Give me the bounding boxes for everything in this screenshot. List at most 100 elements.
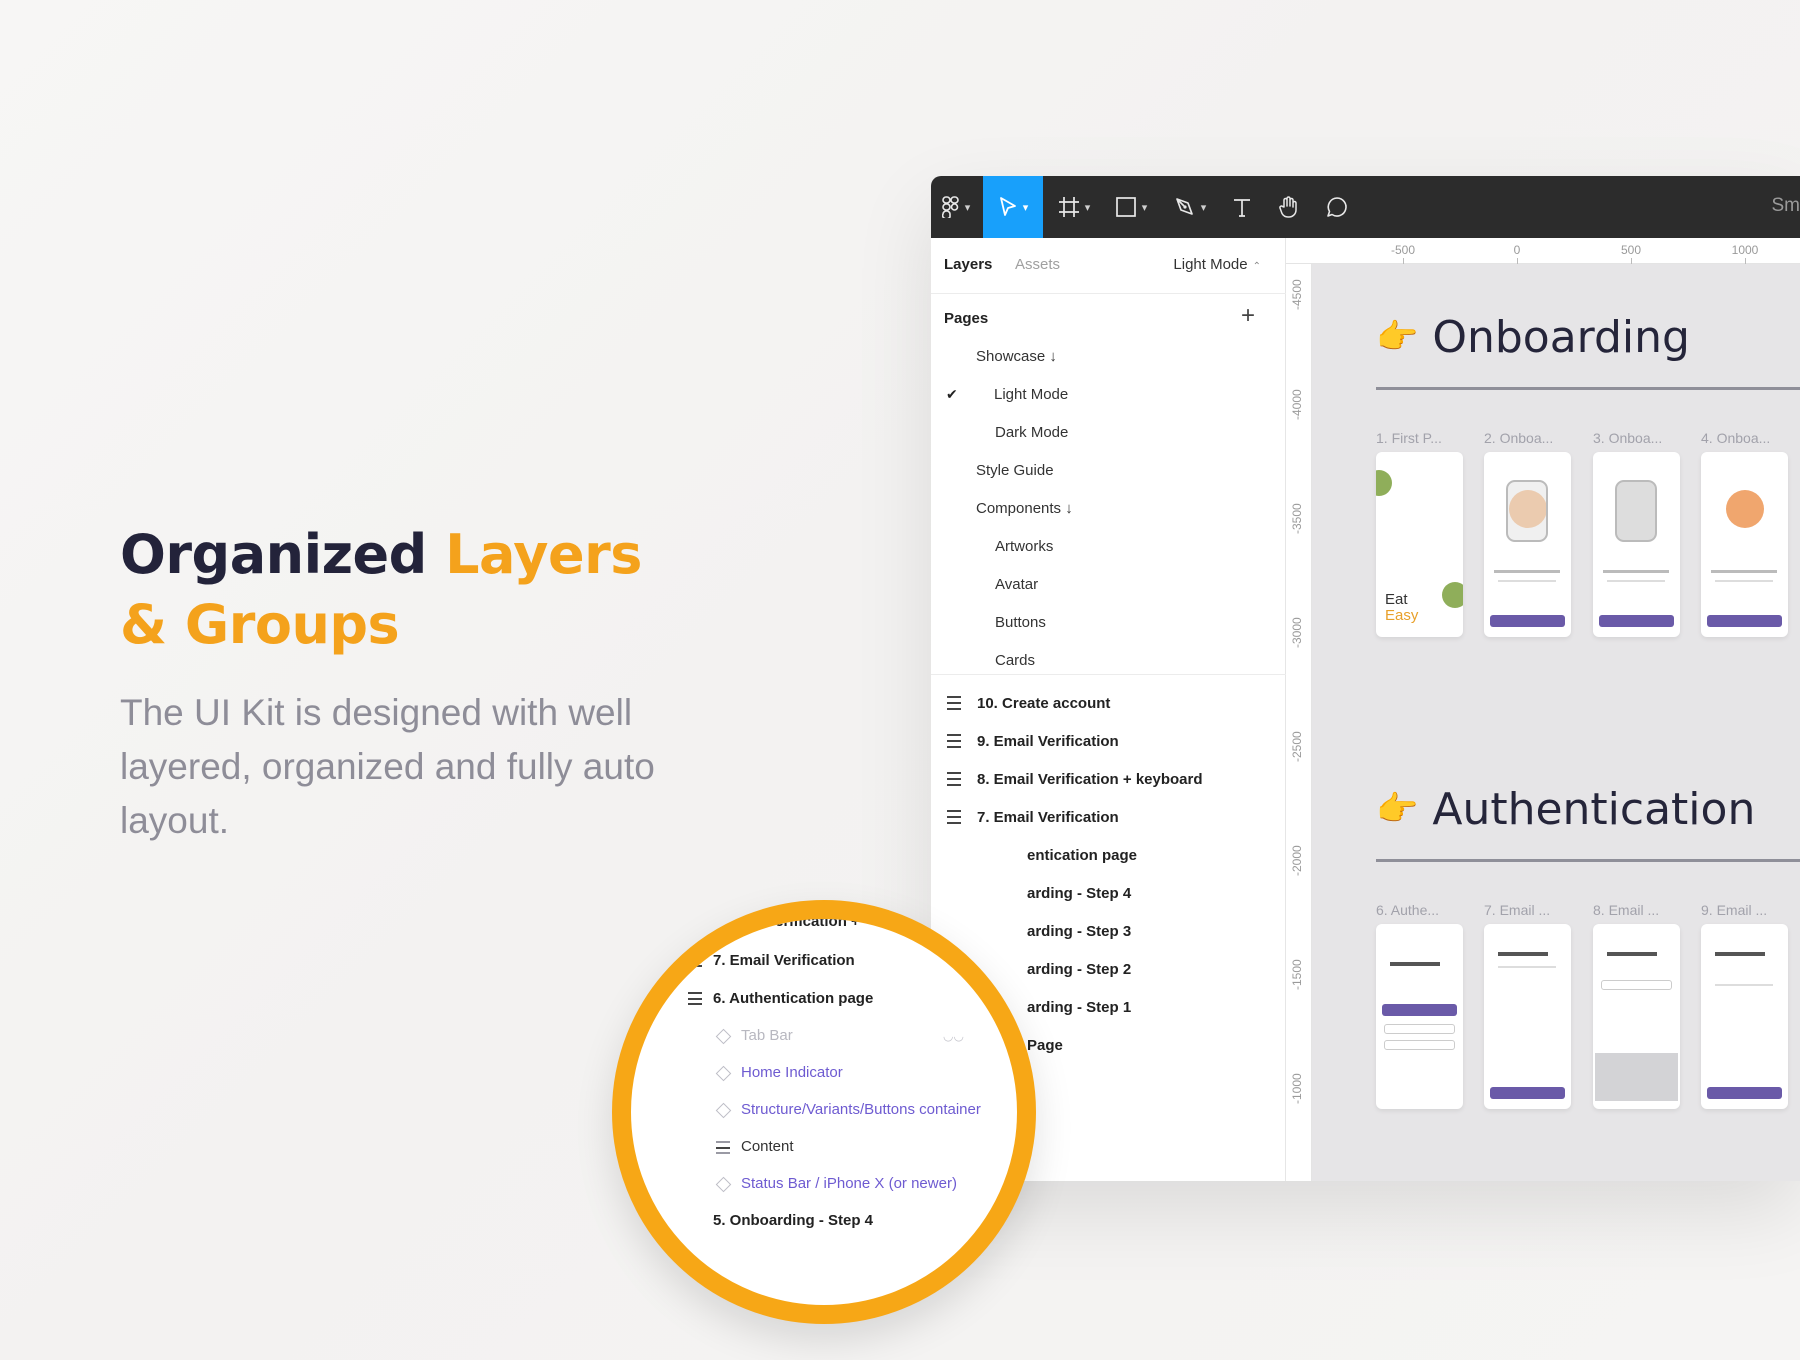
hero-description: The UI Kit is designed with well layered… bbox=[120, 692, 655, 841]
chevron-down-icon: ▾ bbox=[1084, 201, 1091, 214]
thumbnail-text-line: Eat bbox=[1385, 591, 1408, 608]
screen-thumbnail[interactable] bbox=[1701, 452, 1788, 637]
page-item[interactable]: Style Guide bbox=[976, 462, 1054, 479]
comment-tool-icon[interactable] bbox=[1315, 176, 1359, 238]
text-line bbox=[1494, 570, 1560, 573]
hand-tool-icon[interactable] bbox=[1267, 176, 1311, 238]
page-item[interactable]: Avatar bbox=[995, 576, 1038, 593]
screen-thumbnail[interactable] bbox=[1376, 924, 1463, 1109]
component-instance-icon bbox=[715, 1176, 732, 1193]
frame-label[interactable]: 6. Authe... bbox=[1376, 902, 1439, 918]
frame-label[interactable]: 1. First P... bbox=[1376, 430, 1442, 446]
tab-assets[interactable]: Assets bbox=[1015, 256, 1060, 273]
layer-row[interactable]: entication page bbox=[931, 840, 1286, 878]
canvas[interactable]: 👉 Onboarding 1. First P... 2. Onboa... 3.… bbox=[1312, 264, 1800, 1181]
thumbnail-button bbox=[1599, 615, 1674, 627]
shape-tool-icon[interactable]: ▾ bbox=[1106, 176, 1156, 238]
screen-thumbnail[interactable]: Eat Easy bbox=[1376, 452, 1463, 637]
text-line bbox=[1715, 952, 1765, 956]
text-line bbox=[1498, 952, 1548, 956]
move-tool-icon[interactable]: ▾ bbox=[983, 176, 1043, 238]
section-title-onboarding: 👉 Onboarding bbox=[1376, 312, 1690, 363]
phone-illustration bbox=[1615, 480, 1657, 542]
phone-illustration bbox=[1506, 480, 1548, 542]
text-tool-icon[interactable] bbox=[1222, 176, 1262, 238]
frame-label[interactable]: 3. Onboa... bbox=[1593, 430, 1662, 446]
layer-label[interactable]: Content bbox=[741, 1138, 794, 1155]
screen-thumbnail[interactable] bbox=[1593, 452, 1680, 637]
pointing-hand-icon: 👉 bbox=[1376, 317, 1419, 357]
ruler-tick-label: -4500 bbox=[1290, 279, 1304, 310]
layer-row[interactable]: 8. Email Verification + keyboard bbox=[931, 764, 1286, 802]
divider bbox=[931, 674, 1286, 675]
layer-label: arding - Step 1 bbox=[1027, 999, 1132, 1016]
frame-icon bbox=[947, 810, 961, 824]
layer-row[interactable]: 10. Create account bbox=[931, 688, 1286, 726]
frame-icon bbox=[688, 992, 702, 1005]
hero-title-part2: Layers bbox=[445, 523, 642, 586]
current-page-label: Light Mode bbox=[1173, 256, 1248, 273]
food-image bbox=[1376, 470, 1392, 496]
pages-heading: Pages bbox=[944, 310, 989, 327]
current-page-dropdown[interactable]: Light Mode ⌃ bbox=[1173, 256, 1261, 273]
hero: Organized Layers & Groups The UI Kit is … bbox=[120, 520, 740, 848]
frame-label[interactable]: 2. Onboa... bbox=[1484, 430, 1553, 446]
thumbnail-button bbox=[1707, 615, 1782, 627]
layer-label[interactable]: Home Indicator bbox=[741, 1064, 843, 1081]
toolbar-right-label[interactable]: Sm bbox=[1772, 195, 1800, 217]
ruler-tick-label: 1000 bbox=[1731, 243, 1759, 257]
layer-row[interactable]: arding - Step 4 bbox=[931, 878, 1286, 916]
keyboard bbox=[1595, 1053, 1678, 1101]
illustration bbox=[1726, 490, 1764, 528]
layer-label[interactable]: Structure/Variants/Buttons container bbox=[741, 1101, 981, 1118]
hero-title-part1: Organized bbox=[120, 523, 446, 586]
screen-thumbnail[interactable] bbox=[1701, 924, 1788, 1109]
tab-layers[interactable]: Layers bbox=[944, 256, 992, 273]
ruler-tick-label: -3500 bbox=[1290, 503, 1304, 534]
hidden-eye-icon[interactable]: ◡◡ bbox=[943, 1029, 964, 1043]
layer-label: 9. Email Verification bbox=[977, 733, 1119, 750]
screen-thumbnail[interactable] bbox=[1484, 452, 1571, 637]
page-item[interactable]: Components ↓ bbox=[976, 500, 1073, 517]
food-image bbox=[1442, 582, 1463, 608]
page-item[interactable]: Dark Mode bbox=[995, 424, 1068, 441]
chevron-down-icon: ▾ bbox=[964, 201, 971, 214]
figma-menu-icon[interactable]: ▾ bbox=[931, 176, 981, 238]
text-line bbox=[1498, 580, 1556, 582]
text-line bbox=[1498, 966, 1556, 968]
component-instance-icon bbox=[715, 1102, 732, 1119]
frame-label[interactable]: 4. Onboa... bbox=[1701, 430, 1770, 446]
page-item[interactable]: Cards bbox=[995, 652, 1035, 669]
frame-label[interactable]: 7. Email ... bbox=[1484, 902, 1550, 918]
screen-thumbnail[interactable] bbox=[1593, 924, 1680, 1109]
ruler-tick-label: 500 bbox=[1620, 243, 1642, 257]
page-item[interactable]: Artworks bbox=[995, 538, 1053, 555]
layer-label[interactable]: Status Bar / iPhone X (or newer) bbox=[741, 1175, 957, 1192]
pointing-hand-icon: 👉 bbox=[1376, 789, 1419, 829]
frame-tool-icon[interactable]: ▾ bbox=[1049, 176, 1099, 238]
page-item[interactable]: Light Mode bbox=[994, 386, 1068, 403]
section-title-authentication: 👉 Authentication bbox=[1376, 784, 1755, 835]
add-page-icon[interactable]: + bbox=[1241, 302, 1255, 330]
input-field bbox=[1384, 1024, 1455, 1034]
layer-label[interactable]: Verification + bbox=[766, 919, 860, 930]
text-line bbox=[1711, 570, 1777, 573]
layer-row[interactable]: 9. Email Verification bbox=[931, 726, 1286, 764]
layer-label[interactable]: 5. Onboarding - Step 4 bbox=[713, 1212, 873, 1229]
layer-label[interactable]: Tab Bar bbox=[741, 1027, 793, 1044]
layer-row[interactable]: arding - Step 3 bbox=[931, 916, 1286, 954]
page-item[interactable]: Buttons bbox=[995, 614, 1046, 631]
chevron-up-icon: ⌃ bbox=[1252, 261, 1261, 272]
section-divider bbox=[1376, 859, 1800, 862]
pen-tool-icon[interactable]: ▾ bbox=[1165, 176, 1215, 238]
thumbnail-text: Eat Easy bbox=[1385, 592, 1418, 624]
thumbnail-button bbox=[1490, 1087, 1565, 1099]
page-item[interactable]: Showcase ↓ bbox=[976, 348, 1057, 365]
layer-row[interactable]: 7. Email Verification bbox=[931, 802, 1286, 840]
layer-label[interactable]: 7. Email Verification bbox=[713, 952, 855, 969]
frame-label[interactable]: 9. Email ... bbox=[1701, 902, 1767, 918]
frame-label[interactable]: 8. Email ... bbox=[1593, 902, 1659, 918]
layer-label[interactable]: 6. Authentication page bbox=[713, 990, 873, 1007]
screen-thumbnail[interactable] bbox=[1484, 924, 1571, 1109]
layer-label: Page bbox=[1027, 1037, 1063, 1054]
